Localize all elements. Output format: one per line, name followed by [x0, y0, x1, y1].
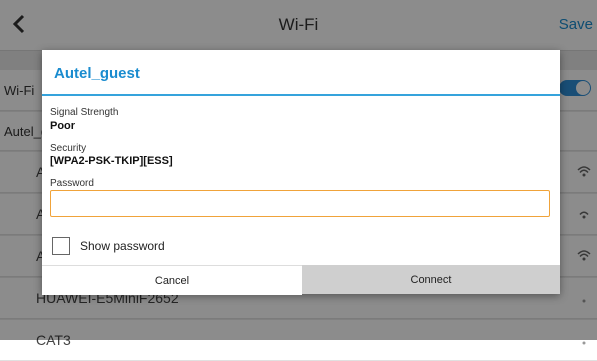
- show-password-checkbox[interactable]: [52, 237, 70, 255]
- security-value: [WPA2-PSK-TKIP][ESS]: [50, 155, 173, 167]
- security-label: Security: [50, 143, 87, 154]
- password-field[interactable]: [50, 190, 550, 217]
- connect-button-label: Connect: [410, 273, 452, 286]
- connect-button[interactable]: Connect: [302, 265, 560, 294]
- dialog-title: Autel_guest: [54, 65, 140, 82]
- signal-strength-value: Poor: [50, 120, 76, 132]
- show-password-label: Show password: [80, 239, 165, 253]
- signal-strength-label: Signal Strength: [50, 107, 119, 118]
- cancel-button-label: Cancel: [154, 274, 190, 287]
- cancel-button[interactable]: Cancel: [42, 265, 302, 295]
- dialog-divider: [42, 94, 560, 96]
- wifi-connect-dialog: Autel_guest Signal Strength Poor Securit…: [42, 50, 560, 295]
- password-label: Password: [50, 178, 94, 189]
